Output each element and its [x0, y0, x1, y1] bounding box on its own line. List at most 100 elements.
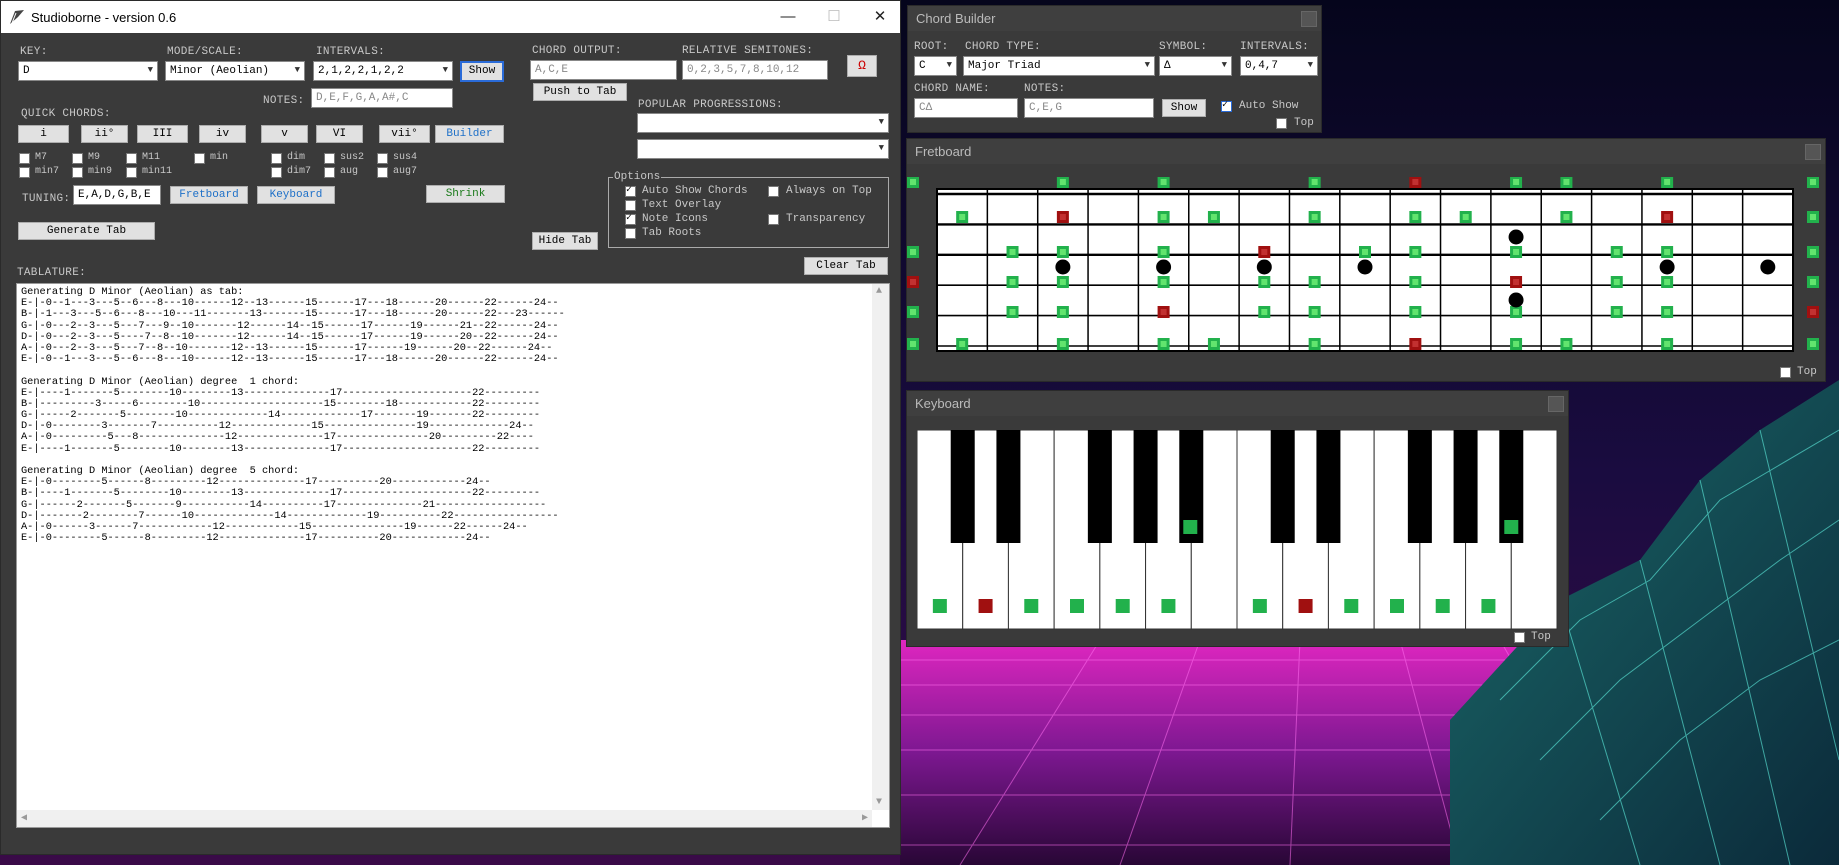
note-marker-inner	[1311, 341, 1318, 347]
fretboard-diagram[interactable]	[907, 177, 1825, 367]
mode-value: Minor (Aeolian)	[170, 65, 270, 77]
cb-intervals-value: 0,4,7	[1245, 60, 1279, 72]
cb-notes-label: NOTES:	[1024, 83, 1066, 95]
chord-name-field[interactable]: CΔ	[914, 98, 1018, 118]
extension-checkbox[interactable]	[271, 153, 282, 164]
horizontal-scrollbar[interactable]: ◀ ▶	[17, 810, 872, 827]
note-marker-inner	[1160, 179, 1167, 185]
symbol-select[interactable]: Δ ▼	[1159, 56, 1232, 76]
note-marker-inner	[1664, 214, 1671, 220]
scroll-down-icon[interactable]: ▼	[876, 797, 882, 808]
close-icon[interactable]	[1805, 144, 1821, 160]
always-on-top-checkbox[interactable]	[768, 186, 779, 197]
cb-intervals-select[interactable]: 0,4,7 ▼	[1240, 56, 1318, 76]
rel-semitones-field[interactable]: 0,2,3,5,7,8,10,12	[682, 60, 828, 80]
vertical-scrollbar[interactable]: ▲ ▼	[872, 284, 889, 810]
extension-checkbox[interactable]	[72, 167, 83, 178]
shrink-button[interactable]: Shrink	[426, 185, 505, 203]
extension-checkbox[interactable]	[324, 153, 335, 164]
hide-tab-button[interactable]: Hide Tab	[532, 232, 598, 250]
minimize-button[interactable]: —	[765, 1, 811, 33]
cb-top-checkbox[interactable]	[1276, 118, 1287, 129]
black-key[interactable]	[1407, 430, 1432, 543]
chord-builder-titlebar[interactable]: Chord Builder	[908, 6, 1321, 31]
keyboard-top-checkbox[interactable]	[1514, 632, 1525, 643]
extension-checkbox[interactable]	[126, 153, 137, 164]
black-key[interactable]	[1133, 430, 1158, 543]
black-key[interactable]	[1270, 430, 1295, 543]
main-titlebar[interactable]: Studioborne - version 0.6 — ☐ ✕	[1, 1, 900, 33]
quick-chord-button[interactable]: ii°	[81, 125, 128, 143]
extension-checkbox[interactable]	[377, 153, 388, 164]
quick-chord-button[interactable]: iv	[199, 125, 246, 143]
key-select[interactable]: D ▼	[18, 61, 158, 81]
mode-select[interactable]: Minor (Aeolian) ▼	[165, 61, 305, 81]
cb-auto-show-checkbox[interactable]	[1221, 99, 1232, 112]
note-marker-inner	[1513, 279, 1520, 285]
tab-roots-checkbox[interactable]	[625, 228, 636, 239]
scroll-right-icon[interactable]: ▶	[862, 812, 868, 824]
extension-checkbox[interactable]	[72, 153, 83, 164]
chord-output-label: CHORD OUTPUT:	[532, 45, 622, 57]
show-scale-button[interactable]: Show	[460, 61, 504, 82]
chevron-down-icon: ▼	[442, 65, 448, 75]
cb-show-button[interactable]: Show	[1162, 99, 1206, 117]
keyboard-button[interactable]: Keyboard	[257, 186, 335, 204]
scroll-left-icon[interactable]: ◀	[21, 812, 27, 824]
extension-checkbox[interactable]	[19, 167, 30, 178]
progression-select-2[interactable]: ▼	[637, 139, 889, 159]
tuning-field[interactable]: E,A,D,G,B,E	[73, 185, 161, 205]
note-marker-inner	[1664, 279, 1671, 285]
close-icon[interactable]	[1548, 396, 1564, 412]
main-window: Studioborne - version 0.6 — ☐ ✕ KEY: D ▼ …	[0, 0, 901, 855]
generate-tab-button[interactable]: Generate Tab	[18, 222, 155, 240]
keyboard-titlebar[interactable]: Keyboard	[907, 391, 1568, 416]
chord-type-select[interactable]: Major Triad ▼	[963, 56, 1155, 76]
scroll-up-icon[interactable]: ▲	[876, 286, 882, 297]
notes-field[interactable]: D,E,F,G,A,A#,C	[311, 88, 453, 108]
extension-checkbox[interactable]	[271, 167, 282, 178]
auto-show-chords-checkbox[interactable]	[625, 184, 636, 197]
black-key[interactable]	[1453, 430, 1478, 543]
black-key[interactable]	[1087, 430, 1112, 543]
maximize-button[interactable]: ☐	[811, 1, 857, 33]
fret-inlay-dot	[1357, 259, 1373, 275]
extension-checkbox[interactable]	[377, 167, 388, 178]
quick-chord-button[interactable]: i	[18, 125, 69, 143]
tablature-textarea[interactable]: Generating D Minor (Aeolian) as tab: E-|-…	[16, 283, 890, 828]
chord-output-field[interactable]: A,C,E	[530, 60, 677, 80]
black-key[interactable]	[950, 430, 975, 543]
text-overlay-checkbox[interactable]	[625, 200, 636, 211]
quick-chord-button[interactable]: vii°	[379, 125, 430, 143]
progression-select-1[interactable]: ▼	[637, 113, 889, 133]
black-key[interactable]	[1316, 430, 1341, 543]
tab-line: Generating D Minor (Aeolian) degree 1 ch…	[21, 375, 300, 388]
fretboard-button[interactable]: Fretboard	[170, 186, 248, 204]
fretboard-top-checkbox[interactable]	[1780, 367, 1791, 378]
note-icons-checkbox[interactable]	[625, 212, 636, 225]
cb-notes-field[interactable]: C,E,G	[1024, 98, 1154, 118]
clear-tab-button[interactable]: Clear Tab	[804, 257, 888, 275]
push-to-tab-button[interactable]: Push to Tab	[533, 83, 627, 101]
note-marker-inner	[1059, 279, 1066, 285]
intervals-select[interactable]: 2,1,2,2,1,2,2 ▼	[313, 61, 453, 81]
fretboard-titlebar[interactable]: Fretboard	[907, 139, 1825, 164]
close-icon[interactable]	[1301, 11, 1317, 27]
quick-chord-button[interactable]: VI	[316, 125, 363, 143]
extension-checkbox[interactable]	[126, 167, 137, 178]
extension-checkbox[interactable]	[324, 167, 335, 178]
quick-chord-button[interactable]: III	[137, 125, 188, 143]
extension-checkbox[interactable]	[19, 153, 30, 164]
transparency-checkbox[interactable]	[768, 214, 779, 225]
note-marker-inner	[1664, 341, 1671, 347]
root-select[interactable]: C ▼	[914, 56, 957, 76]
omega-button[interactable]: Ω	[847, 55, 877, 77]
builder-button[interactable]: Builder	[435, 125, 504, 143]
note-marker-inner	[1261, 309, 1268, 315]
piano-keyboard[interactable]	[917, 430, 1559, 630]
extension-checkbox[interactable]	[194, 153, 205, 164]
black-key[interactable]	[996, 430, 1021, 543]
tab-line: A-|-0---------5---8--------------12-----…	[21, 431, 534, 444]
quick-chord-button[interactable]: v	[261, 125, 308, 143]
close-button[interactable]: ✕	[857, 1, 903, 33]
